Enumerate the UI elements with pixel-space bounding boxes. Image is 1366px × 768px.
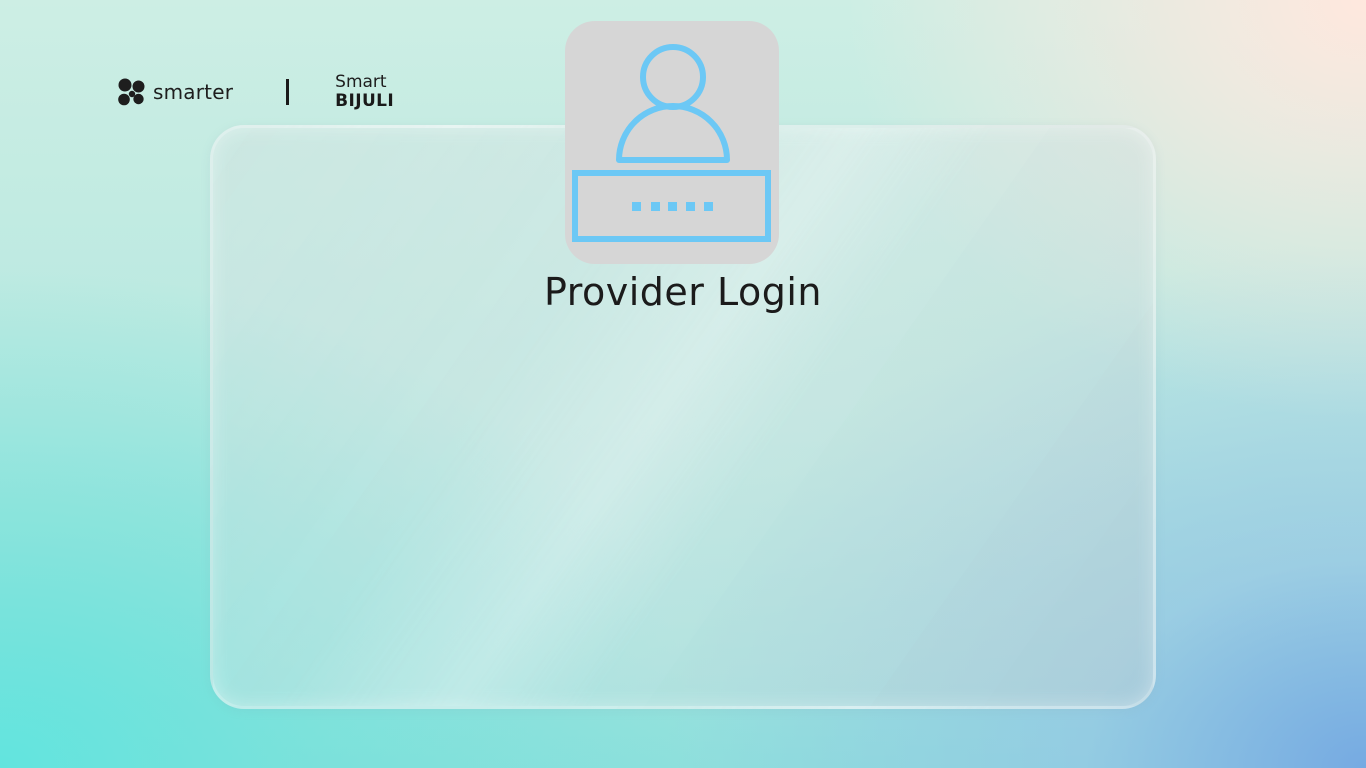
smart-bijuli-logo: Smart BIJULI xyxy=(335,74,394,110)
user-password-icon xyxy=(572,44,771,242)
login-avatar-tile xyxy=(565,21,779,264)
brand-header: smarter Smart BIJULI xyxy=(117,70,394,114)
smart-bijuli-line1: Smart xyxy=(335,72,387,92)
page-title: Provider Login xyxy=(543,270,823,314)
smarter-logo-icon xyxy=(118,78,145,106)
brand-divider xyxy=(286,79,290,105)
smarter-logo: smarter xyxy=(117,77,233,107)
smarter-wordmark: smarter xyxy=(153,80,234,104)
smart-bijuli-line2: BIJULI xyxy=(335,91,395,111)
